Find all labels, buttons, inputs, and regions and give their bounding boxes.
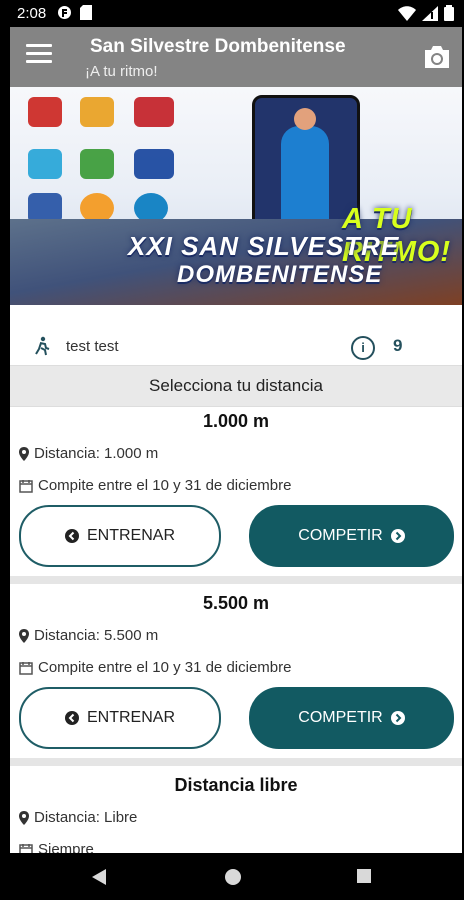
- chevron-left-circle-icon: [64, 711, 79, 725]
- status-bar: 2:08: [0, 0, 464, 27]
- distance-text: Distancia: 1.000 m: [34, 445, 159, 462]
- calendar-icon: [19, 661, 33, 675]
- main-content: A TU RITMO! XXI SAN SILVESTRE DOMBENITEN…: [10, 87, 462, 853]
- runner-icon: [35, 336, 50, 356]
- logo-dmg: [80, 97, 114, 127]
- map-pin-icon: [19, 446, 29, 461]
- participation-count: 9: [393, 336, 403, 355]
- schedule-info-line: Compite entre el 10 y 31 de diciembre: [19, 659, 291, 676]
- schedule-info-line: Compite entre el 10 y 31 de diciembre: [19, 477, 291, 494]
- compete-button[interactable]: COMPETIR: [249, 687, 454, 749]
- distance-section-header: Selecciona tu distancia: [10, 365, 462, 407]
- phone-screen: 2:08 San Silvestre Dombenitense ¡A tu ri…: [0, 0, 464, 900]
- app-subtitle: ¡A tu ritmo!: [85, 63, 158, 80]
- logo-ayuntamiento: [28, 97, 62, 127]
- status-left-icons: [57, 5, 92, 20]
- train-button[interactable]: ENTRENAR: [19, 687, 221, 749]
- user-row: test test i 9: [10, 333, 462, 363]
- chevron-right-circle-icon: [390, 711, 405, 725]
- distance-text: Distancia: 5.500 m: [34, 627, 159, 644]
- signal-icon: [422, 5, 438, 21]
- logo-deportes: [28, 149, 62, 179]
- wifi-icon: [398, 5, 416, 21]
- back-icon[interactable]: [92, 869, 106, 885]
- home-icon[interactable]: [225, 869, 241, 885]
- compete-label: COMPETIR: [298, 527, 383, 544]
- chevron-right-circle-icon: [390, 529, 405, 543]
- calendar-icon: [19, 843, 33, 853]
- menu-icon[interactable]: [26, 44, 52, 64]
- distance-card: 5.500 m Distancia: 5.500 m Compite entre…: [10, 589, 462, 752]
- card-divider: [10, 758, 462, 766]
- app-bar: San Silvestre Dombenitense ¡A tu ritmo!: [10, 27, 462, 87]
- train-button[interactable]: ENTRENAR: [19, 505, 221, 567]
- status-time: 2:08: [17, 5, 47, 22]
- logo-olimpia: [134, 149, 174, 179]
- camera-icon[interactable]: [422, 45, 452, 69]
- banner-title-line2: DOMBENITENSE: [177, 261, 383, 288]
- train-label: ENTRENAR: [86, 709, 175, 726]
- distance-info-line: Distancia: 1.000 m: [19, 445, 158, 462]
- event-banner: A TU RITMO! XXI SAN SILVESTRE DOMBENITEN…: [10, 87, 462, 305]
- distance-text: Distancia: Libre: [34, 809, 138, 826]
- distance-card: 1.000 m Distancia: 1.000 m Compite entre…: [10, 407, 462, 570]
- distance-title: Distancia libre: [174, 775, 298, 795]
- recent-apps-icon[interactable]: [357, 869, 371, 883]
- map-pin-icon: [19, 628, 29, 643]
- compete-label: COMPETIR: [298, 709, 383, 726]
- schedule-text: Siempre: [38, 841, 94, 853]
- section-title: Selecciona tu distancia: [149, 376, 323, 395]
- status-right-icons: [398, 5, 454, 21]
- chevron-left-circle-icon: [64, 529, 79, 543]
- schedule-text: Compite entre el 10 y 31 de diciembre: [38, 477, 292, 494]
- distance-title: 5.500 m: [202, 593, 270, 613]
- battery-icon: [444, 5, 454, 21]
- card-divider: [10, 576, 462, 584]
- logo-diputacion-badajoz: [134, 97, 174, 127]
- map-pin-icon: [19, 810, 29, 825]
- banner-title-line1: XXI SAN SILVESTRE: [128, 231, 400, 261]
- user-name: test test: [66, 338, 119, 355]
- distance-info-line: Distancia: Libre: [19, 809, 137, 826]
- app-title: San Silvestre Dombenitense: [90, 36, 346, 57]
- sd-card-icon: [80, 5, 92, 20]
- calendar-icon: [19, 479, 33, 493]
- logo-extremadura: [80, 149, 114, 179]
- distance-card: Distancia libre Distancia: Libre Siempre: [10, 771, 462, 853]
- distance-info-line: Distancia: 5.500 m: [19, 627, 158, 644]
- train-label: ENTRENAR: [86, 527, 175, 544]
- schedule-info-line: Siempre: [19, 841, 94, 853]
- navigation-bar: [0, 853, 464, 900]
- info-icon[interactable]: i: [351, 336, 375, 360]
- schedule-text: Compite entre el 10 y 31 de diciembre: [38, 659, 292, 676]
- compete-button[interactable]: COMPETIR: [249, 505, 454, 567]
- app-icon: [58, 6, 71, 19]
- distance-title: 1.000 m: [202, 411, 270, 431]
